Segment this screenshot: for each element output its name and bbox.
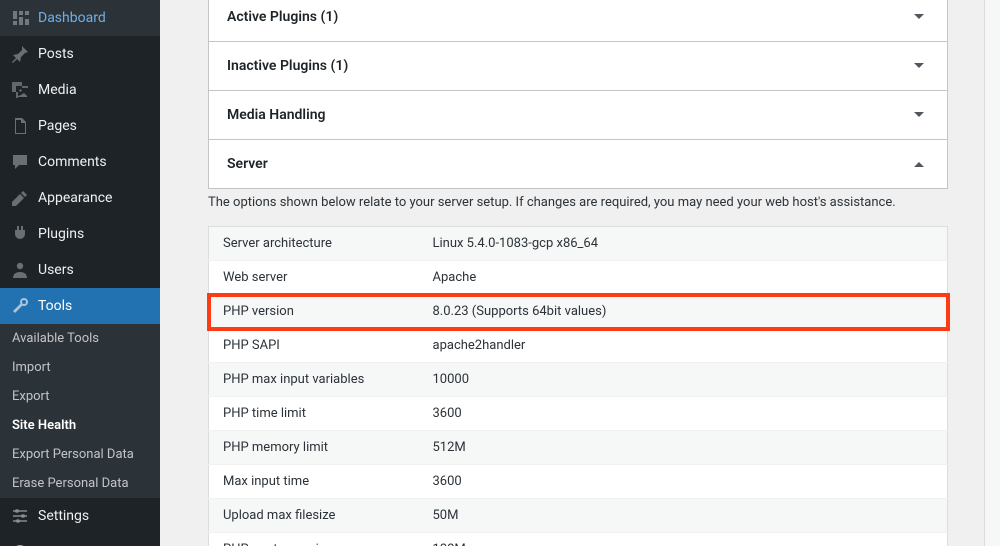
- main-content: Active Plugins (1) Inactive Plugins (1) …: [160, 0, 1000, 546]
- server-row-label: PHP SAPI: [209, 329, 419, 363]
- dashboard-icon: [10, 8, 30, 28]
- settings-icon: [10, 506, 30, 526]
- submenu-export[interactable]: Export: [0, 382, 160, 411]
- server-row-label: PHP time limit: [209, 397, 419, 431]
- server-row-value: 3600: [419, 397, 948, 431]
- sidebar-label: Users: [38, 262, 74, 278]
- pin-icon: [10, 44, 30, 64]
- server-row-label: PHP post max size: [209, 533, 419, 546]
- server-info-table: Server architectureLinux 5.4.0-1083-gcp …: [208, 226, 948, 546]
- collapse-menu[interactable]: Collapse menu: [0, 534, 160, 546]
- comments-icon: [10, 152, 30, 172]
- table-row: PHP max input variables10000: [209, 363, 948, 397]
- sidebar-item-dashboard[interactable]: Dashboard: [0, 0, 160, 36]
- users-icon: [10, 260, 30, 280]
- server-row-label: Max input time: [209, 465, 419, 499]
- server-row-value: 10000: [419, 363, 948, 397]
- server-row-label: PHP max input variables: [209, 363, 419, 397]
- table-row: PHP SAPIapache2handler: [209, 329, 948, 363]
- tools-submenu: Available Tools Import Export Site Healt…: [0, 324, 160, 498]
- server-row-label: Server architecture: [209, 227, 419, 261]
- pages-icon: [10, 116, 30, 136]
- collapse-icon: [10, 542, 30, 546]
- sidebar-item-settings[interactable]: Settings: [0, 498, 160, 534]
- accordion-title: Inactive Plugins (1): [227, 58, 348, 74]
- table-row: Web serverApache: [209, 261, 948, 295]
- server-row-value: 50M: [419, 499, 948, 533]
- sidebar-label: Comments: [38, 154, 107, 170]
- table-row: PHP memory limit512M: [209, 431, 948, 465]
- submenu-available-tools[interactable]: Available Tools: [0, 324, 160, 353]
- submenu-import[interactable]: Import: [0, 353, 160, 382]
- server-section: The options shown below relate to your s…: [208, 189, 948, 546]
- server-description: The options shown below relate to your s…: [208, 189, 948, 226]
- sidebar-label: Dashboard: [38, 10, 106, 26]
- table-row: PHP version8.0.23 (Supports 64bit values…: [209, 295, 948, 329]
- accordion-active-plugins[interactable]: Active Plugins (1): [209, 0, 947, 42]
- server-row-label: Web server: [209, 261, 419, 295]
- sidebar-label: Pages: [38, 118, 77, 134]
- sidebar-label: Posts: [38, 46, 74, 62]
- table-row: PHP post max size100M: [209, 533, 948, 546]
- submenu-export-personal[interactable]: Export Personal Data: [0, 440, 160, 469]
- server-row-value: 8.0.23 (Supports 64bit values): [419, 295, 948, 329]
- table-row: Upload max filesize50M: [209, 499, 948, 533]
- sidebar-item-users[interactable]: Users: [0, 252, 160, 288]
- server-row-label: PHP version: [209, 295, 419, 329]
- chevron-down-icon: [909, 105, 929, 125]
- chevron-down-icon: [909, 56, 929, 76]
- sidebar-label: Media: [38, 82, 77, 98]
- server-row-value: apache2handler: [419, 329, 948, 363]
- media-icon: [10, 80, 30, 100]
- accordion-title: Media Handling: [227, 107, 326, 123]
- scrollbar-track[interactable]: [984, 0, 1000, 546]
- table-row: Server architectureLinux 5.4.0-1083-gcp …: [209, 227, 948, 261]
- accordion-server[interactable]: Server: [209, 140, 947, 188]
- table-row: Max input time3600: [209, 465, 948, 499]
- accordion-media-handling[interactable]: Media Handling: [209, 91, 947, 140]
- sidebar-label: Tools: [38, 298, 72, 314]
- accordion-title: Server: [227, 156, 268, 172]
- sidebar-item-posts[interactable]: Posts: [0, 36, 160, 72]
- server-row-value: 3600: [419, 465, 948, 499]
- submenu-erase-personal[interactable]: Erase Personal Data: [0, 469, 160, 498]
- server-row-label: Upload max filesize: [209, 499, 419, 533]
- submenu-site-health[interactable]: Site Health: [0, 411, 160, 440]
- sidebar-label: Settings: [38, 508, 89, 524]
- accordion-inactive-plugins[interactable]: Inactive Plugins (1): [209, 42, 947, 91]
- server-row-value: 512M: [419, 431, 948, 465]
- sidebar-item-media[interactable]: Media: [0, 72, 160, 108]
- chevron-down-icon: [909, 7, 929, 27]
- server-row-label: PHP memory limit: [209, 431, 419, 465]
- sidebar-item-tools[interactable]: Tools: [0, 288, 160, 324]
- server-row-value: Linux 5.4.0-1083-gcp x86_64: [419, 227, 948, 261]
- server-row-value: 100M: [419, 533, 948, 546]
- sidebar-item-comments[interactable]: Comments: [0, 144, 160, 180]
- sidebar-item-appearance[interactable]: Appearance: [0, 180, 160, 216]
- appearance-icon: [10, 188, 30, 208]
- table-row: PHP time limit3600: [209, 397, 948, 431]
- accordion-title: Active Plugins (1): [227, 9, 338, 25]
- admin-sidebar: Dashboard Posts Media Pages Comments App…: [0, 0, 160, 546]
- tools-icon: [10, 296, 30, 316]
- server-row-value: Apache: [419, 261, 948, 295]
- sidebar-label: Plugins: [38, 226, 84, 242]
- sidebar-item-plugins[interactable]: Plugins: [0, 216, 160, 252]
- chevron-up-icon: [909, 154, 929, 174]
- sidebar-item-pages[interactable]: Pages: [0, 108, 160, 144]
- plugins-icon: [10, 224, 30, 244]
- sidebar-label: Appearance: [38, 190, 112, 206]
